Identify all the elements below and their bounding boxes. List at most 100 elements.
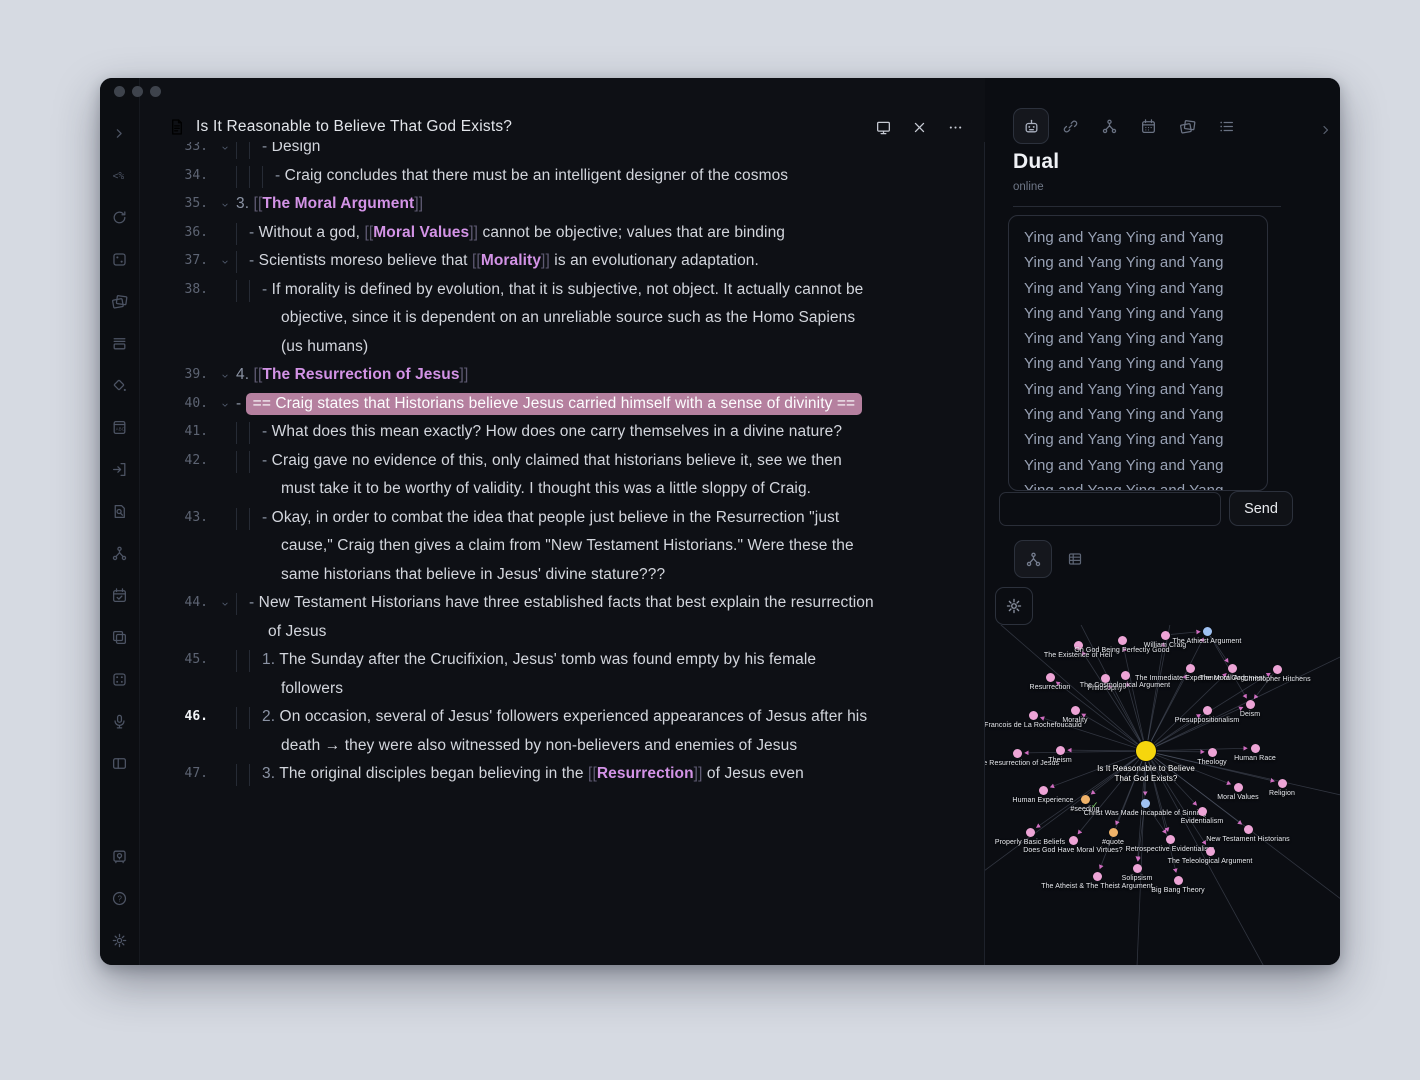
document-line-text[interactable]: - Design [262, 142, 875, 162]
random-note-dice-icon[interactable] [105, 244, 135, 274]
wikilink[interactable]: The Resurrection of Jesus [262, 366, 459, 383]
graph-node[interactable] [1166, 835, 1175, 844]
panel-tab-card-deck[interactable] [1169, 108, 1205, 144]
help-icon[interactable]: ? [105, 883, 135, 913]
fold-chevron-icon[interactable] [214, 361, 236, 390]
graph-node[interactable] [1234, 783, 1243, 792]
graph-node[interactable] [1206, 847, 1215, 856]
graph-node[interactable] [1203, 627, 1212, 636]
traffic-light-minimize[interactable] [132, 86, 143, 97]
graph-node[interactable] [1273, 665, 1282, 674]
wikilink[interactable]: Moral Values [373, 224, 469, 241]
wikilink[interactable]: The Moral Argument [262, 195, 414, 212]
graph-node[interactable] [1186, 664, 1195, 673]
expand-chevron-icon[interactable] [105, 118, 135, 148]
graph-node[interactable] [1039, 786, 1048, 795]
graph-node[interactable] [1133, 864, 1142, 873]
query-refresh-icon[interactable] [105, 202, 135, 232]
graph-node[interactable] [1074, 641, 1083, 650]
document-line-text[interactable]: 4. [[The Resurrection of Jesus]] [236, 361, 875, 390]
document-line-text[interactable]: - New Testament Historians have three es… [249, 589, 875, 646]
highlighted-text[interactable]: == Craig states that Historians believe … [246, 393, 863, 415]
graph-node[interactable] [1174, 876, 1183, 885]
document-line-text[interactable]: - Okay, in order to combat the idea that… [262, 504, 875, 590]
panel-tab-link[interactable] [1052, 108, 1088, 144]
document-line-text[interactable]: 1. The Sunday after the Crucifixion, Jes… [262, 646, 875, 703]
copy-cards-icon[interactable] [105, 622, 135, 652]
file-search-icon[interactable] [105, 496, 135, 526]
panel-tab-calendar[interactable] [1130, 108, 1166, 144]
graph-node[interactable] [1046, 673, 1055, 682]
graph-node[interactable] [1141, 799, 1150, 808]
view-tab-table-icon[interactable] [1060, 544, 1090, 574]
fold-chevron-icon[interactable] [214, 142, 236, 162]
graph-node[interactable] [1198, 807, 1207, 816]
indent-guides [236, 276, 262, 362]
document-line-text[interactable]: - What does this mean exactly? How does … [262, 418, 875, 447]
chat-input[interactable] [999, 492, 1221, 526]
graph-node[interactable] [1246, 700, 1255, 709]
panel-tab-graph-fork[interactable] [1091, 108, 1127, 144]
graph-node[interactable] [1013, 749, 1022, 758]
fold-chevron-icon[interactable] [214, 589, 236, 646]
view-tab-graph-fork-icon[interactable] [1014, 540, 1052, 578]
graph-node[interactable] [1208, 748, 1217, 757]
graph-node[interactable] [1228, 664, 1237, 673]
graph-node[interactable] [1101, 674, 1110, 683]
graph-node[interactable] [1161, 631, 1170, 640]
graph-node[interactable] [1118, 636, 1127, 645]
layout-split-icon[interactable] [105, 748, 135, 778]
wikilink[interactable]: Morality [481, 252, 541, 269]
graph-node[interactable] [1278, 779, 1287, 788]
microphone-icon[interactable] [105, 706, 135, 736]
document-line-text[interactable]: 2. On occasion, several of Jesus' follow… [262, 703, 875, 760]
document-line-text[interactable]: - == Craig states that Historians believ… [236, 390, 875, 419]
document-line-text[interactable]: 3. The original disciples began believin… [262, 760, 875, 789]
traffic-light-zoom[interactable] [150, 86, 161, 97]
graph-view[interactable]: The Existence of HellOn God Being Perfec… [985, 625, 1340, 965]
paint-diamond-icon[interactable] [105, 370, 135, 400]
graph-node[interactable] [1069, 836, 1078, 845]
graph-node[interactable] [1081, 795, 1090, 804]
reading-stack-icon[interactable] [105, 328, 135, 358]
graph-node[interactable] [1056, 746, 1065, 755]
graph-node[interactable] [1244, 825, 1253, 834]
template-code-icon[interactable]: <% [105, 160, 135, 190]
fold-chevron-icon[interactable] [214, 247, 236, 276]
document-line-text[interactable]: - Craig concludes that there must be an … [275, 162, 875, 191]
dice-alt-icon[interactable] [105, 664, 135, 694]
panel-tab-list[interactable] [1208, 108, 1244, 144]
document-line-text[interactable]: 3. [[The Moral Argument]] [236, 190, 875, 219]
monitor-icon[interactable] [873, 117, 893, 137]
fold-chevron-icon[interactable] [214, 390, 236, 419]
graph-settings-button[interactable] [995, 587, 1033, 625]
graph-node[interactable] [1121, 671, 1130, 680]
traffic-light-close[interactable] [114, 86, 125, 97]
calendar-check-icon[interactable] [105, 580, 135, 610]
card-deck-icon[interactable] [105, 286, 135, 316]
graph-node[interactable] [1136, 741, 1156, 761]
document-line-text[interactable]: - Scientists moreso believe that [[Moral… [249, 247, 875, 276]
graph-node[interactable] [1071, 706, 1080, 715]
graph-node[interactable] [1029, 711, 1038, 720]
sign-in-icon[interactable] [105, 454, 135, 484]
wikilink[interactable]: Resurrection [597, 765, 694, 782]
document-line-text[interactable]: - If morality is defined by evolution, t… [262, 276, 875, 362]
graph-node[interactable] [1093, 872, 1102, 881]
dictionary-book-icon[interactable]: ABC [105, 412, 135, 442]
settings-icon[interactable] [105, 925, 135, 955]
panel-collapse-chevron-icon[interactable] [1318, 122, 1336, 140]
graph-fork-icon[interactable] [105, 538, 135, 568]
panel-tab-robot[interactable] [1013, 108, 1049, 144]
graph-node[interactable] [1251, 744, 1260, 753]
document-line-text[interactable]: - Craig gave no evidence of this, only c… [262, 447, 875, 504]
send-button[interactable]: Send [1229, 491, 1293, 526]
graph-node[interactable] [1203, 706, 1212, 715]
document-line-text[interactable]: - Without a god, [[Moral Values]] cannot… [249, 219, 875, 248]
more-icon[interactable] [945, 117, 965, 137]
fold-chevron-icon[interactable] [214, 190, 236, 219]
vault-icon[interactable] [105, 841, 135, 871]
graph-node[interactable] [1109, 828, 1118, 837]
graph-node[interactable] [1026, 828, 1035, 837]
close-icon[interactable] [909, 117, 929, 137]
